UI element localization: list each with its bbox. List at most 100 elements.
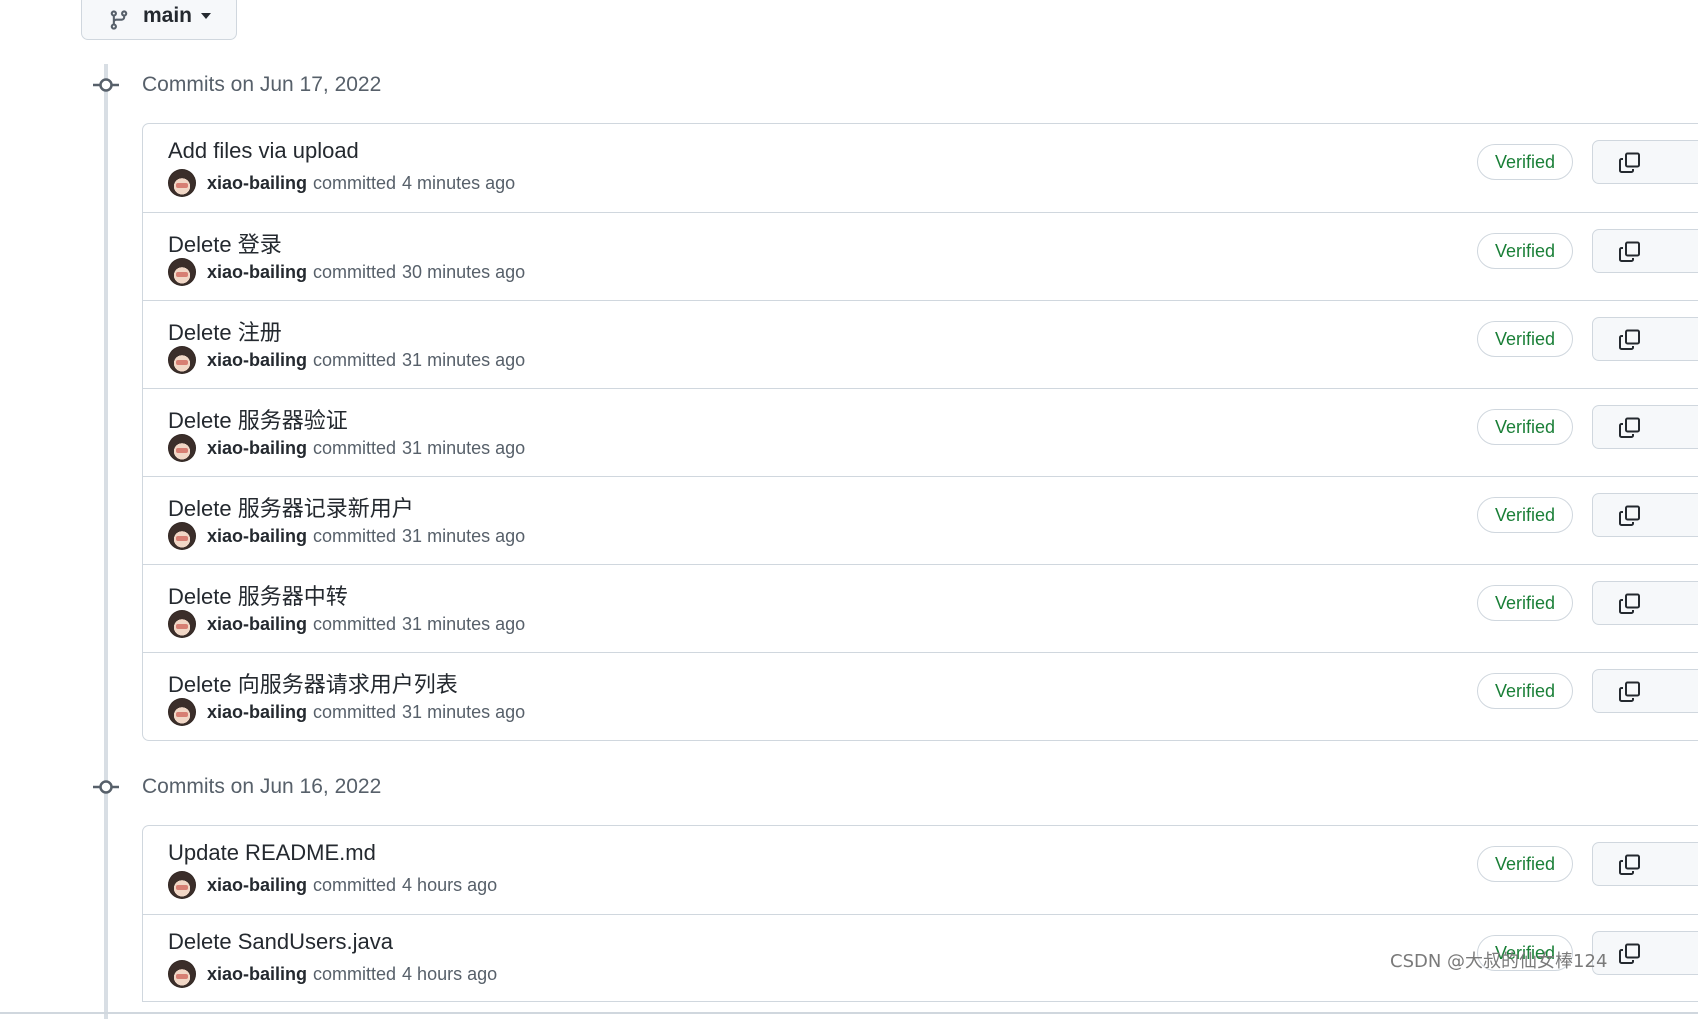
commit-title-link[interactable]: Delete SandUsers.java: [168, 929, 393, 955]
commit-row: Update README.md xiao-bailing committed …: [143, 826, 1698, 914]
verified-badge[interactable]: Verified: [1477, 321, 1573, 357]
commit-action: committed: [313, 874, 397, 895]
browse-repo-button[interactable]: [1667, 140, 1698, 184]
commit-title-link[interactable]: Delete 登录: [168, 227, 282, 259]
commit-list: Update README.md xiao-bailing committed …: [142, 825, 1698, 1002]
copy-icon: [1619, 593, 1640, 614]
relative-time: 31 minutes ago: [402, 525, 526, 546]
avatar[interactable]: [168, 610, 196, 638]
timeline-line: [104, 64, 108, 1019]
browse-repo-button[interactable]: [1667, 842, 1698, 886]
browse-repo-button[interactable]: [1667, 581, 1698, 625]
author-link[interactable]: xiao-bailing: [207, 526, 307, 547]
commit-meta: xiao-bailing committed 4 hours ago: [168, 870, 497, 900]
commit-row: Delete 服务器中转 xiao-bailing committed 31 m…: [143, 564, 1698, 652]
copy-sha-button[interactable]: [1592, 842, 1668, 886]
commit-row: Delete 注册 xiao-bailing committed 31 minu…: [143, 300, 1698, 388]
avatar[interactable]: [168, 698, 196, 726]
copy-icon: [1619, 241, 1640, 262]
copy-sha-button[interactable]: [1592, 581, 1668, 625]
branch-name: main: [143, 4, 193, 27]
verified-badge[interactable]: Verified: [1477, 144, 1573, 180]
commit-row: Delete 服务器记录新用户 xiao-bailing committed 3…: [143, 476, 1698, 564]
verified-badge[interactable]: Verified: [1477, 497, 1573, 533]
browse-repo-button[interactable]: [1667, 229, 1698, 273]
author-link[interactable]: xiao-bailing: [207, 614, 307, 635]
browse-repo-button[interactable]: [1667, 317, 1698, 361]
commit-title-link[interactable]: Delete 服务器验证: [168, 403, 348, 435]
commit-meta: xiao-bailing committed 4 minutes ago: [168, 168, 515, 198]
commit-title-link[interactable]: Delete 注册: [168, 315, 282, 347]
copy-sha-button[interactable]: [1592, 493, 1668, 537]
copy-icon: [1619, 329, 1640, 350]
copy-icon: [1619, 417, 1640, 438]
author-link[interactable]: xiao-bailing: [207, 262, 307, 283]
copy-sha-button[interactable]: [1592, 317, 1668, 361]
relative-time: 4 hours ago: [402, 963, 498, 984]
browse-repo-button[interactable]: [1667, 493, 1698, 537]
verified-badge[interactable]: Verified: [1477, 585, 1573, 621]
commit-action: committed: [313, 963, 397, 984]
copy-icon: [1619, 681, 1640, 702]
relative-time: 31 minutes ago: [402, 701, 526, 722]
relative-time: 31 minutes ago: [402, 613, 526, 634]
commit-meta: xiao-bailing committed 31 minutes ago: [168, 521, 525, 551]
git-commit-icon: [93, 780, 119, 794]
commit-list: Add files via upload xiao-bailing commit…: [142, 123, 1698, 741]
author-link[interactable]: xiao-bailing: [207, 350, 307, 371]
relative-time: 4 minutes ago: [402, 172, 516, 193]
divider: [0, 1012, 1698, 1014]
avatar[interactable]: [168, 871, 196, 899]
copy-icon: [1619, 152, 1640, 173]
avatar[interactable]: [168, 258, 196, 286]
commit-action: committed: [313, 525, 397, 546]
commit-meta: xiao-bailing committed 31 minutes ago: [168, 433, 525, 463]
avatar[interactable]: [168, 169, 196, 197]
copy-icon: [1619, 854, 1640, 875]
git-commit-icon: [93, 78, 119, 92]
author-link[interactable]: xiao-bailing: [207, 875, 307, 896]
git-branch-icon: [110, 10, 128, 30]
commit-title-link[interactable]: Delete 服务器记录新用户: [168, 491, 414, 523]
copy-sha-button[interactable]: [1592, 669, 1668, 713]
copy-icon: [1619, 505, 1640, 526]
author-link[interactable]: xiao-bailing: [207, 438, 307, 459]
verified-badge[interactable]: Verified: [1477, 673, 1573, 709]
avatar[interactable]: [168, 434, 196, 462]
verified-badge[interactable]: Verified: [1477, 409, 1573, 445]
commit-action: committed: [313, 701, 397, 722]
watermark: CSDN @大叔的仙女棒124: [1390, 951, 1608, 972]
day-heading: Commits on Jun 17, 2022: [142, 73, 382, 96]
commit-row: Delete 服务器验证 xiao-bailing committed 31 m…: [143, 388, 1698, 476]
relative-time: 31 minutes ago: [402, 437, 526, 458]
commit-title-link[interactable]: Delete 服务器中转: [168, 579, 348, 611]
author-link[interactable]: xiao-bailing: [207, 702, 307, 723]
commit-meta: xiao-bailing committed 4 hours ago: [168, 959, 497, 989]
commit-title-link[interactable]: Delete 向服务器请求用户列表: [168, 667, 458, 699]
copy-icon: [1619, 943, 1640, 964]
commit-action: committed: [313, 613, 397, 634]
day-heading: Commits on Jun 16, 2022: [142, 775, 382, 798]
copy-sha-button[interactable]: [1592, 140, 1668, 184]
browse-repo-button[interactable]: [1667, 669, 1698, 713]
commit-meta: xiao-bailing committed 31 minutes ago: [168, 345, 525, 375]
commit-meta: xiao-bailing committed 30 minutes ago: [168, 257, 525, 287]
commit-title-link[interactable]: Update README.md: [168, 840, 376, 866]
author-link[interactable]: xiao-bailing: [207, 173, 307, 194]
avatar[interactable]: [168, 522, 196, 550]
avatar[interactable]: [168, 346, 196, 374]
author-link[interactable]: xiao-bailing: [207, 964, 307, 985]
copy-sha-button[interactable]: [1592, 229, 1668, 273]
copy-sha-button[interactable]: [1592, 405, 1668, 449]
browse-repo-button[interactable]: [1667, 931, 1698, 975]
commit-title-link[interactable]: Add files via upload: [168, 138, 359, 164]
commit-meta: xiao-bailing committed 31 minutes ago: [168, 697, 525, 727]
relative-time: 31 minutes ago: [402, 349, 526, 370]
verified-badge[interactable]: Verified: [1477, 233, 1573, 269]
relative-time: 30 minutes ago: [402, 261, 526, 282]
browse-repo-button[interactable]: [1667, 405, 1698, 449]
commit-action: committed: [313, 437, 397, 458]
avatar[interactable]: [168, 960, 196, 988]
branch-select-button[interactable]: main: [81, 0, 237, 40]
verified-badge[interactable]: Verified: [1477, 846, 1573, 882]
